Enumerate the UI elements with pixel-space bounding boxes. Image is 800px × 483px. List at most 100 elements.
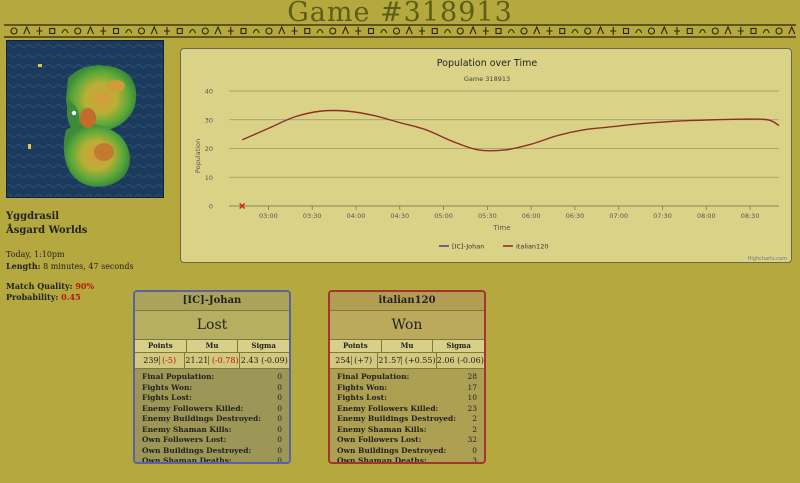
- stat-row: Fights Lost: 10: [337, 393, 477, 404]
- stat-label: Final Population:: [337, 372, 410, 381]
- y-tick-label: 0: [209, 203, 213, 211]
- stat-row: Enemy Followers Killed: 0: [142, 404, 282, 415]
- stat-value: 2: [472, 424, 477, 434]
- stat-row: Enemy Followers Killed: 23: [337, 404, 477, 415]
- stat-label: Final Population:: [142, 372, 215, 381]
- legend-item[interactable]: italian120: [516, 243, 548, 251]
- win-probability: Probability: 0.45: [6, 292, 81, 302]
- chart-credit[interactable]: Highcharts.com: [748, 256, 787, 262]
- stat-label: Enemy Followers Killed:: [337, 403, 439, 413]
- length-value: 8 minutes, 47 seconds: [43, 262, 134, 271]
- x-tick-label: 03:30: [303, 212, 322, 220]
- mu-header: Mu: [187, 340, 239, 352]
- mu-cell: 21.57 (+0.55): [378, 353, 437, 368]
- sigma-value: 2.43 (-0.09): [240, 356, 288, 365]
- mu-cell: 21.21 (-0.78): [185, 353, 240, 368]
- stat-value: 23: [467, 403, 477, 413]
- stat-row: Final Population: 0: [142, 372, 282, 383]
- stat-label: Enemy Shaman Kills:: [337, 424, 427, 434]
- points-delta: (-5): [162, 356, 177, 365]
- stat-label: Own Buildings Destroyed:: [142, 445, 252, 455]
- world-set-name: Åsgard Worlds: [6, 225, 88, 236]
- mu-delta: (+0.55): [404, 356, 436, 365]
- page-title: Game #318913: [287, 0, 513, 28]
- points-cell: 254 (+7): [330, 353, 379, 368]
- stat-label: Fights Won:: [337, 382, 388, 392]
- x-tick-label: 07:30: [653, 212, 672, 220]
- y-tick-label: 20: [205, 145, 213, 153]
- x-tick-label: 04:30: [390, 212, 409, 220]
- stat-value: 10: [467, 393, 477, 402]
- stat-row: Enemy Shaman Kills: 2: [337, 425, 477, 436]
- stat-value: 17: [467, 382, 477, 392]
- player-card-italian120: italian120 Won Points Mu Sigma 254 (+7) …: [328, 290, 486, 464]
- mu-value: 21.57: [378, 356, 403, 365]
- stat-value: 0: [277, 382, 282, 392]
- y-tick-label: 30: [205, 116, 213, 124]
- x-tick-label: 05:30: [478, 212, 497, 220]
- stat-value: 28: [467, 372, 477, 381]
- x-axis-title: Time: [492, 224, 510, 232]
- y-tick-label: 10: [205, 174, 213, 182]
- world-map: [6, 40, 164, 198]
- mu-value: 21.21: [185, 356, 210, 365]
- stat-row: Fights Won: 0: [142, 383, 282, 394]
- stat-row: Enemy Buildings Destroyed: 2: [337, 414, 477, 425]
- stat-row: Own Shaman Deaths: 3: [337, 456, 477, 464]
- series-line-italian120[interactable]: [241, 109, 780, 152]
- rating-header-row: Points Mu Sigma: [135, 339, 289, 353]
- points-header: Points: [135, 340, 187, 352]
- player-name[interactable]: [IC]-Johan: [135, 292, 289, 311]
- mu-delta: (-0.78): [211, 356, 239, 365]
- chart-canvas: Population over Time Game 318913 0 10 20 30…: [194, 58, 787, 262]
- stat-value: 0: [277, 435, 282, 444]
- player-name[interactable]: italian120: [330, 292, 484, 311]
- population-chart: Population over Time Game 318913 0 10 20 30…: [180, 48, 792, 263]
- stat-label: Fights Lost:: [337, 393, 387, 402]
- x-tick-label: 06:30: [566, 212, 585, 220]
- stat-label: Fights Won:: [142, 382, 193, 392]
- rating-value-row: 254 (+7) 21.57 (+0.55) 2.06 (-0.06): [330, 353, 484, 369]
- y-axis-title: Population: [194, 139, 202, 173]
- stat-value: 2: [472, 414, 477, 423]
- stat-row: Own Buildings Destroyed: 0: [337, 446, 477, 457]
- chart-subtitle: Game 318913: [464, 75, 510, 83]
- points-cell: 239 (-5): [135, 353, 186, 368]
- length-label: Length:: [6, 261, 41, 271]
- stat-label: Own Followers Lost:: [142, 435, 227, 444]
- stat-label: Enemy Buildings Destroyed:: [337, 414, 457, 423]
- stat-label: Enemy Buildings Destroyed:: [142, 414, 262, 423]
- player-stats-list: Final Population: 28 Fights Won: 17 Fights L…: [330, 369, 484, 464]
- stat-value: 0: [277, 393, 282, 402]
- stat-value: 0: [277, 403, 282, 413]
- x-tick-label: 06:00: [522, 212, 541, 220]
- x-tick-label: 04:00: [347, 212, 366, 220]
- rating-value-row: 239 (-5) 21.21 (-0.78) 2.43 (-0.09): [135, 353, 289, 369]
- player-stats-list: Final Population: 0 Fights Won: 0 Fights Los…: [135, 369, 289, 462]
- mu-header: Mu: [382, 340, 434, 352]
- game-date: Today, 1:10pm: [6, 250, 65, 259]
- player-result: Lost: [135, 311, 289, 339]
- x-tick-label: 08:30: [741, 212, 760, 220]
- sigma-header: Sigma: [446, 341, 471, 350]
- points-value: 254: [335, 356, 352, 365]
- stat-value: 0: [277, 414, 282, 423]
- player-card-johan: [IC]-Johan Lost Points Mu Sigma 239 (-5)…: [133, 290, 291, 464]
- stat-row: Enemy Buildings Destroyed: 0: [142, 414, 282, 425]
- stat-row: Own Followers Lost: 32: [337, 435, 477, 446]
- sigma-header: Sigma: [251, 341, 276, 350]
- stat-value: 3: [472, 456, 477, 464]
- probability-value: 0.45: [61, 292, 81, 302]
- rating-header-row: Points Mu Sigma: [330, 339, 484, 353]
- x-tick-label: 05:00: [434, 212, 453, 220]
- quality-value: 90%: [75, 281, 95, 291]
- stat-label: Enemy Shaman Kills:: [142, 424, 232, 434]
- stat-label: Fights Lost:: [142, 393, 192, 402]
- stat-label: Own Followers Lost:: [337, 435, 422, 444]
- stat-row: Fights Won: 17: [337, 383, 477, 394]
- stat-row: Enemy Shaman Kills: 0: [142, 425, 282, 436]
- stat-row: Own Buildings Destroyed: 0: [142, 446, 282, 457]
- stat-row: Own Followers Lost: 0: [142, 435, 282, 446]
- stat-label: Own Shaman Deaths:: [337, 456, 427, 464]
- legend-item[interactable]: [IC]-Johan: [452, 243, 484, 251]
